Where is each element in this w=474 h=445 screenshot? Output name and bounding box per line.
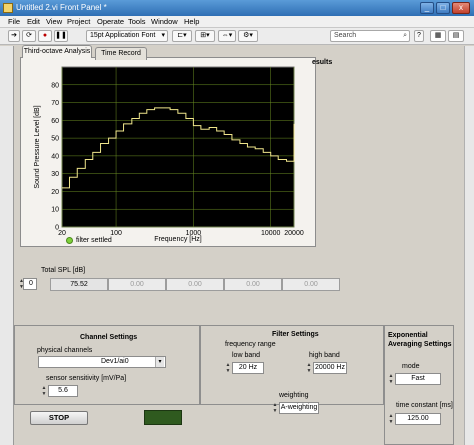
channel-settings-title: Channel Settings (80, 334, 138, 341)
y-axis-label: Sound Pressure Level [dB] (34, 105, 41, 188)
sensitivity-stepper[interactable]: ▲ ▼ (41, 385, 47, 397)
spl-value-cell: 75.52 (50, 278, 108, 291)
spl-value-cell: 0.00 (166, 278, 224, 291)
y-tick-label: 20 (51, 189, 59, 196)
spl-value-cell: 0.00 (108, 278, 166, 291)
physical-channel-select[interactable]: Dev1/ai0 ▾ (38, 356, 166, 368)
averaging-mode-select[interactable]: Fast (395, 373, 441, 385)
running-indicator (144, 410, 182, 425)
y-ticks: 01020304050607080 (51, 82, 59, 231)
x-tick-label: 10000 (261, 230, 281, 237)
sensor-sensitivity-input[interactable]: 5.6 (48, 385, 78, 397)
chevron-down-icon: ▾ (155, 357, 164, 367)
y-tick-label: 30 (51, 171, 59, 178)
filter-settled-led (66, 237, 73, 244)
x-tick-label: 100 (110, 230, 122, 237)
filter-settled-label: filter settled (76, 237, 112, 244)
x-tick-label: 20 (58, 230, 66, 237)
x-axis-label: Frequency [Hz] (154, 236, 202, 243)
stop-button[interactable]: STOP (30, 411, 88, 425)
high-band-stepper[interactable]: ▲ ▼ (306, 362, 312, 374)
tab-third-octave-analysis[interactable]: Third-octave Analysis (22, 45, 92, 58)
plot-area (61, 66, 295, 228)
physical-channel-value: Dev1/ai0 (101, 358, 129, 365)
y-tick-label: 60 (51, 118, 59, 125)
averaging-mode-label: mode (402, 363, 420, 370)
spl-value-cell: 0.00 (224, 278, 282, 291)
array-index-input[interactable]: 0 (23, 278, 37, 290)
x-tick-label: 20000 (284, 230, 304, 237)
y-tick-label: 50 (51, 136, 59, 143)
y-tick-label: 70 (51, 100, 59, 107)
sensor-sensitivity-label: sensor sensitivity [mV/Pa] (46, 375, 127, 382)
y-tick-label: 40 (51, 153, 59, 160)
y-tick-label: 80 (51, 82, 59, 89)
time-constant-stepper[interactable]: ▲ ▼ (388, 413, 394, 425)
averaging-settings-title: Exponential Averaging Settings (388, 332, 452, 348)
weighting-stepper[interactable]: ▲ ▼ (272, 402, 278, 414)
time-constant-input[interactable]: 125.00 (395, 413, 441, 425)
low-band-input[interactable]: 20 Hz (232, 362, 264, 374)
weighting-label: weighting (279, 392, 309, 399)
y-tick-label: 10 (51, 207, 59, 214)
filter-settings-title: Filter Settings (272, 331, 319, 338)
mode-stepper[interactable]: ▲ ▼ (388, 373, 394, 385)
spl-value-cell: 0.00 (282, 278, 340, 291)
weighting-select[interactable]: A-weighting (279, 402, 319, 414)
physical-channels-label: physical channels (37, 347, 93, 354)
low-band-label: low band (232, 352, 261, 359)
total-spl-label: Total SPL [dB] (41, 267, 86, 274)
time-constant-label: time constant [ms] (396, 402, 453, 409)
high-band-input[interactable]: 20000 Hz (313, 362, 347, 374)
low-band-stepper[interactable]: ▲ ▼ (225, 362, 231, 374)
high-band-label: high band (309, 352, 340, 359)
frequency-range-label: frequency range (225, 341, 276, 348)
